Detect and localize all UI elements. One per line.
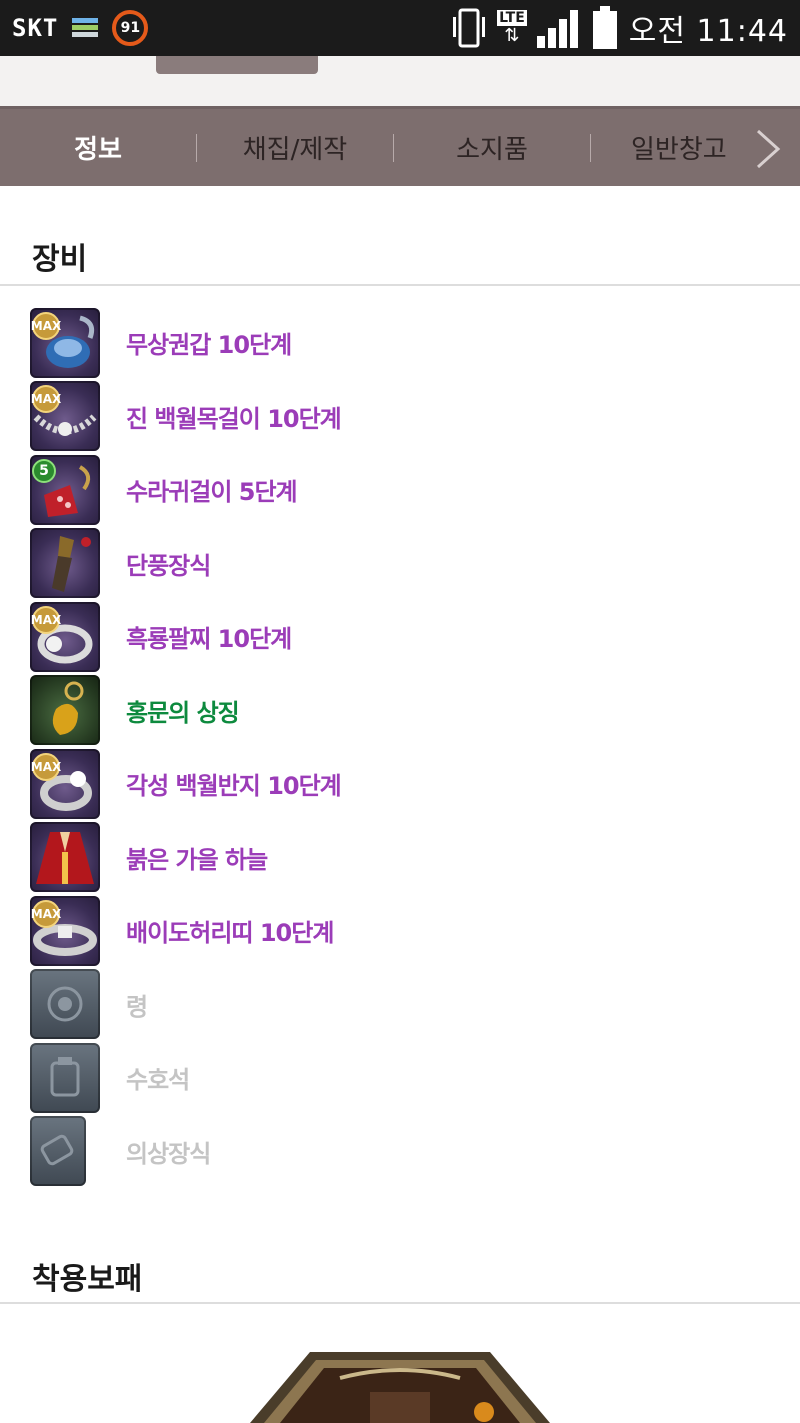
equipment-name: 흑룡팔찌 10단계 <box>126 625 292 654</box>
list-item[interactable]: MAX 진 백월목걸이 10단계 <box>30 380 770 454</box>
necklace-icon: MAX <box>30 381 100 452</box>
battery-icon <box>592 6 617 49</box>
vibrate-icon <box>453 8 486 48</box>
level-badge: 5 <box>32 458 56 483</box>
equipment-name: 의상장식 <box>126 1139 211 1168</box>
tab-inventory[interactable]: 소지품 <box>394 109 590 186</box>
equipment-list: MAX 무상권갑 10단계 MAX 진 백월목걸이 10단계 5 수라귀걸이 5… <box>30 306 770 1188</box>
storage-icon <box>72 18 99 37</box>
pendant-icon <box>30 675 100 746</box>
list-item[interactable]: 홍문의 상징 <box>30 674 770 748</box>
tab-label: 정보 <box>74 135 122 165</box>
lte-icon: LTE ⇅ <box>497 10 527 46</box>
list-item[interactable]: MAX 각성 백월반지 10단계 <box>30 747 770 821</box>
max-badge: MAX <box>31 899 61 928</box>
max-badge: MAX <box>31 752 61 781</box>
bracelet-icon: MAX <box>30 601 100 672</box>
header-button[interactable] <box>156 56 318 74</box>
equipment-name: 각성 백월반지 10단계 <box>126 772 342 801</box>
gauntlet-icon: MAX <box>30 307 100 378</box>
equipment-name: 진 백월목걸이 10단계 <box>126 404 342 433</box>
equipment-name: 무상권갑 10단계 <box>126 331 292 360</box>
costume-ornament-slot-icon <box>30 1116 86 1187</box>
list-item[interactable]: 5 수라귀걸이 5단계 <box>30 453 770 527</box>
clock: 오전 11:44 <box>628 14 788 49</box>
list-item[interactable]: MAX 배이도허리띠 10단계 <box>30 894 770 968</box>
chevron-right-icon[interactable] <box>752 127 782 171</box>
equipment-name: 수호석 <box>126 1066 190 1095</box>
max-badge: MAX <box>31 311 61 340</box>
badge-section-title: 착용보패 <box>32 1262 143 1297</box>
data-arrows-icon: ⇅ <box>504 25 520 46</box>
list-item[interactable]: 수호석 <box>30 1041 770 1115</box>
tab-label: 소지품 <box>456 135 528 165</box>
battery-badge-icon: 91 <box>112 10 149 46</box>
tab-info[interactable]: 정보 <box>0 109 196 186</box>
costume-icon <box>30 822 100 893</box>
soul-shield-image[interactable] <box>250 1352 550 1423</box>
equipment-name: 붉은 가을 하늘 <box>126 845 268 874</box>
equipment-name: 수라귀걸이 5단계 <box>126 478 298 507</box>
equipment-name: 령 <box>126 992 148 1021</box>
earring-icon: 5 <box>30 454 100 525</box>
equipment-name: 단풍장식 <box>126 551 211 580</box>
belt-icon: MAX <box>30 895 100 966</box>
list-item[interactable]: 붉은 가을 하늘 <box>30 821 770 895</box>
section-divider <box>0 284 800 286</box>
header-remnant <box>0 56 800 106</box>
tab-bar: 정보 채집/제작 소지품 일반창고 <box>0 106 800 186</box>
battery-badge-value: 91 <box>120 20 141 36</box>
equipment-name: 배이도허리띠 10단계 <box>126 919 334 948</box>
tab-gathering-crafting[interactable]: 채집/제작 <box>197 109 393 186</box>
signal-icon <box>536 10 578 48</box>
list-item[interactable]: 단풍장식 <box>30 527 770 601</box>
tab-label: 채집/제작 <box>242 135 348 165</box>
list-item[interactable]: MAX 흑룡팔찌 10단계 <box>30 600 770 674</box>
equipment-name: 홍문의 상징 <box>126 698 240 727</box>
status-bar: SKT 91 LTE ⇅ 오전 11:44 <box>0 0 800 56</box>
equipment-section-title: 장비 <box>32 242 88 277</box>
carrier-label: SKT <box>12 14 59 42</box>
ornament-icon <box>30 528 100 599</box>
network-label: LTE <box>497 10 527 26</box>
spirit-slot-icon <box>30 969 100 1040</box>
max-badge: MAX <box>31 605 61 634</box>
list-item[interactable]: 의상장식 <box>30 1115 770 1189</box>
ring-icon: MAX <box>30 748 100 819</box>
guardian-stone-slot-icon <box>30 1042 100 1113</box>
list-item[interactable]: 령 <box>30 968 770 1042</box>
list-item[interactable]: MAX 무상권갑 10단계 <box>30 306 770 380</box>
section-divider <box>0 1302 800 1304</box>
tab-label: 일반창고 <box>631 135 727 165</box>
